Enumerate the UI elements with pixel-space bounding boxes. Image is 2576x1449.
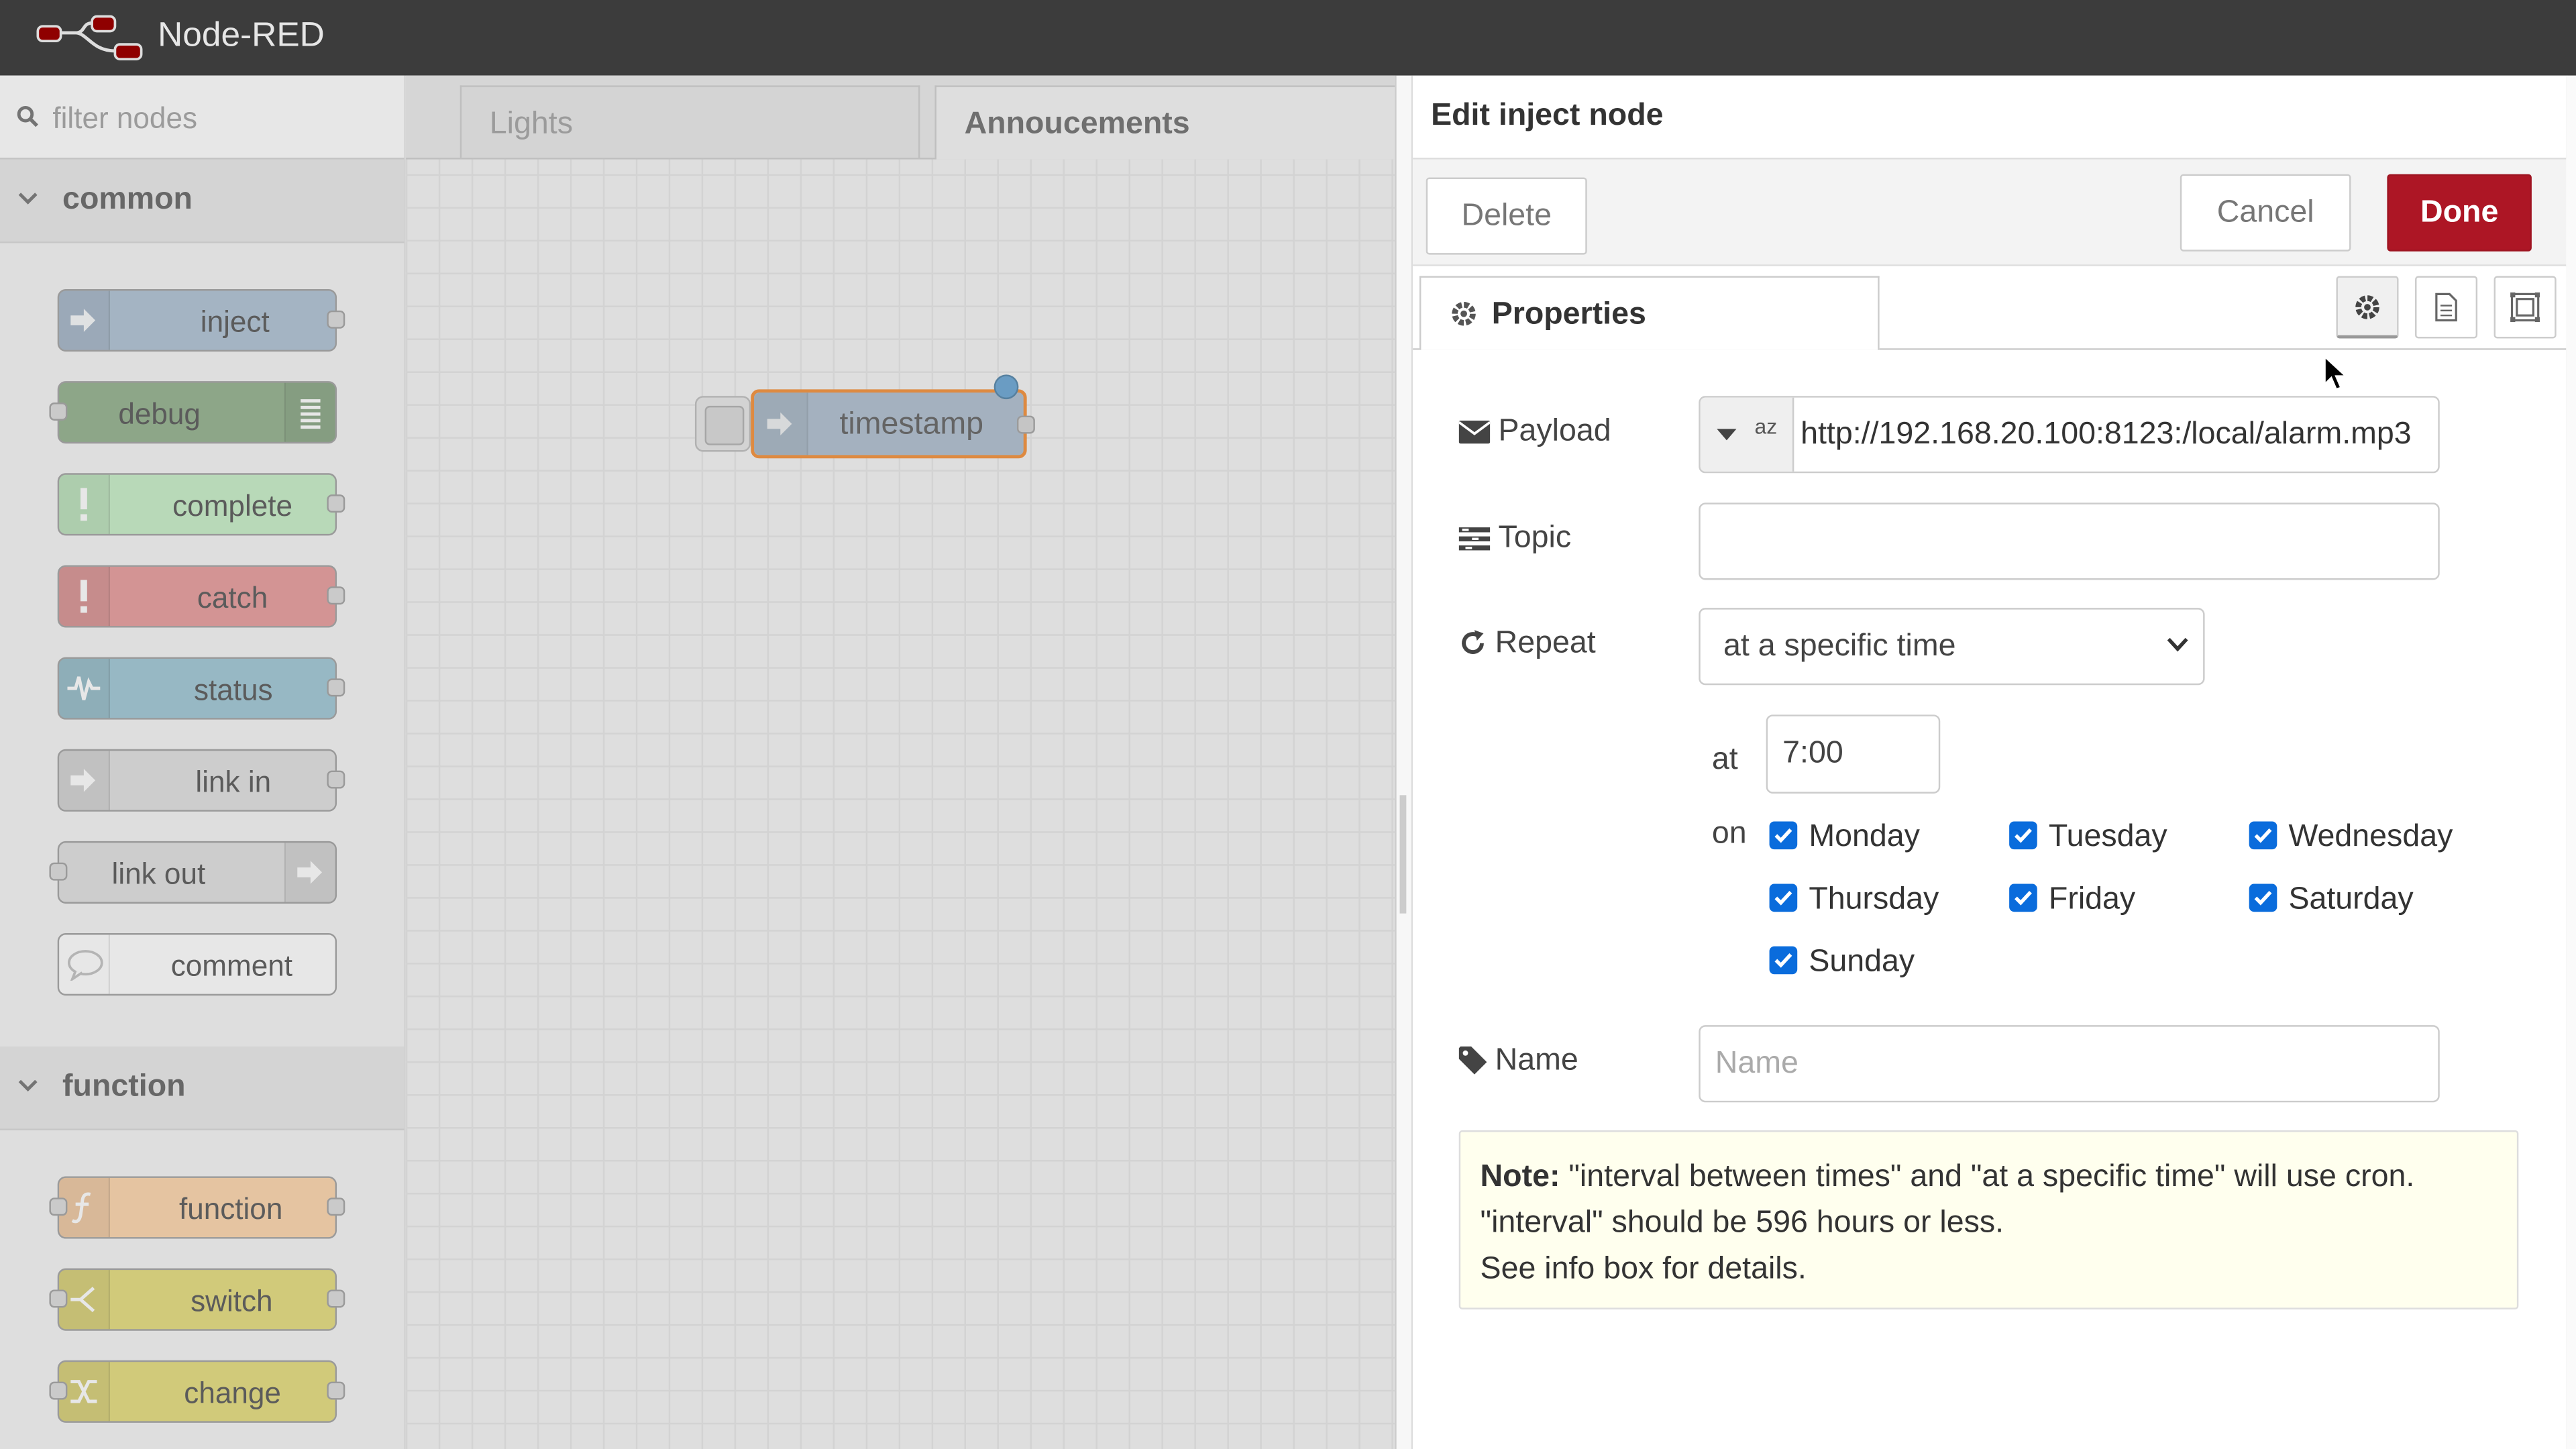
node-red-editor: Node-RED common inject debug [0, 0, 2576, 1449]
repeat-select[interactable]: at a specific time [1699, 608, 2205, 686]
day-checkbox-thursday[interactable]: Thursday [1769, 882, 1939, 918]
tray-scrollbar[interactable] [2566, 75, 2576, 1449]
day-checkbox-friday[interactable]: Friday [2009, 882, 2135, 918]
payload-value: http://192.168.20.100:8123:/local/alarm.… [1801, 417, 2412, 452]
day-checkbox-monday[interactable]: Monday [1769, 820, 1920, 856]
palette-disabled-overlay [0, 75, 405, 1449]
checkbox-checked-icon[interactable] [2249, 883, 2277, 912]
note-line-2: "interval" should be 596 hours or less. [1480, 1205, 2004, 1240]
tasks-icon [1458, 527, 1491, 551]
tray-header: Edit inject node [1413, 76, 2567, 160]
checkbox-checked-icon[interactable] [2249, 821, 2277, 850]
topic-label: Topic [1458, 521, 1571, 557]
checkbox-checked-icon[interactable] [1769, 821, 1798, 850]
tray-title: Edit inject node [1431, 98, 1664, 133]
tab-appearance-button[interactable] [2493, 276, 2557, 339]
tray-resize-handle[interactable] [1395, 75, 1413, 1449]
tab-description-button[interactable] [2415, 276, 2478, 339]
checkbox-checked-icon[interactable] [1769, 883, 1798, 912]
topic-input[interactable] [1699, 502, 2440, 580]
time-input[interactable]: 7:00 [1766, 714, 1941, 794]
mouse-cursor-icon [2323, 354, 2349, 391]
name-input[interactable]: Name [1699, 1025, 2440, 1103]
checkbox-checked-icon[interactable] [2009, 821, 2037, 850]
flow-workspace[interactable]: Lights Annoucements timestamp [405, 75, 1411, 1449]
cron-note: Note: "interval between times" and "at a… [1458, 1130, 2519, 1309]
note-line-1: "interval between times" and "at a speci… [1560, 1159, 2415, 1195]
note-bold: Note: [1480, 1159, 1560, 1195]
payload-input[interactable]: az http://192.168.20.100:8123:/local/ala… [1699, 396, 2440, 474]
checkbox-checked-icon[interactable] [2009, 883, 2037, 912]
payload-type-selector[interactable]: az [1700, 397, 1794, 472]
at-label: at [1711, 742, 1738, 777]
gear-icon [1452, 302, 1476, 326]
on-label: on [1711, 816, 1747, 851]
tab-settings-button[interactable] [2336, 276, 2399, 339]
tab-properties[interactable]: Properties [1419, 276, 1880, 350]
node-palette: common inject debug complete catch [0, 75, 406, 1449]
envelope-icon [1458, 420, 1491, 444]
string-type-icon: az [1754, 414, 1778, 439]
node-red-logo-icon [36, 15, 143, 61]
name-label: Name [1458, 1043, 1578, 1079]
name-placeholder: Name [1715, 1046, 1799, 1081]
day-checkbox-sunday[interactable]: Sunday [1769, 945, 1915, 981]
tray-toolbar: Delete Cancel Done [1413, 159, 2567, 266]
day-checkbox-saturday[interactable]: Saturday [2249, 882, 2414, 918]
file-text-icon [2435, 292, 2457, 322]
tag-icon [1458, 1046, 1487, 1075]
edit-tray: Edit inject node Delete Cancel Done Prop… [1413, 75, 2568, 1449]
checkbox-checked-icon[interactable] [1769, 946, 1798, 975]
time-value: 7:00 [1782, 736, 1843, 771]
payload-label: Payload [1458, 414, 1611, 450]
app-title: Node-RED [158, 16, 325, 54]
properties-tabbar: Properties [1413, 266, 2567, 350]
note-line-3: See info box for details. [1480, 1252, 1807, 1287]
repeat-icon [1462, 630, 1484, 654]
gear-icon [2355, 295, 2379, 319]
tab-label: Properties [1491, 297, 1646, 332]
app-header: Node-RED [0, 0, 2576, 76]
workspace-disabled-overlay [405, 75, 1395, 1449]
cancel-button[interactable]: Cancel [2180, 174, 2351, 252]
caret-down-icon [1717, 429, 1737, 441]
chevron-down-icon [2167, 637, 2188, 652]
day-checkbox-wednesday[interactable]: Wednesday [2249, 820, 2453, 856]
day-checkbox-tuesday[interactable]: Tuesday [2009, 820, 2167, 856]
repeat-label: Repeat [1459, 626, 1596, 662]
delete-button[interactable]: Delete [1426, 177, 1587, 255]
repeat-selected-value: at a specific time [1723, 629, 1956, 664]
done-button[interactable]: Done [2387, 174, 2532, 252]
object-group-icon [2510, 292, 2540, 323]
